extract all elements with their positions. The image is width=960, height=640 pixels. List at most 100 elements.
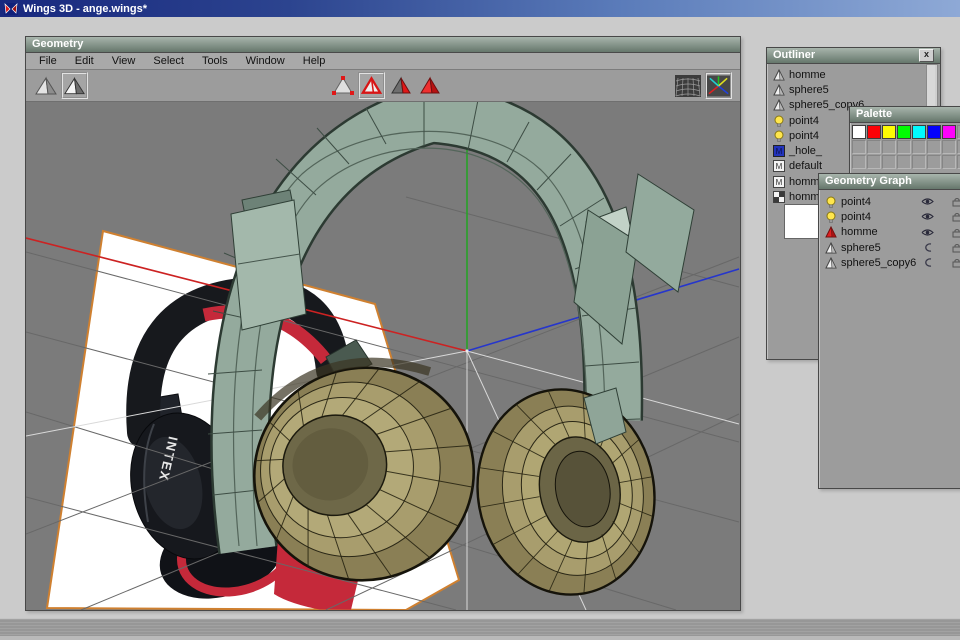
- palette-swatch[interactable]: [867, 125, 881, 139]
- palette-swatch-empty[interactable]: [852, 140, 866, 154]
- info-bar: [0, 618, 960, 637]
- palette-swatch[interactable]: [852, 125, 866, 139]
- geometry-graph-title: Geometry Graph: [825, 174, 912, 189]
- palette-swatch-empty[interactable]: [867, 140, 881, 154]
- menu-help[interactable]: Help: [301, 55, 328, 67]
- lock-icon[interactable]: [952, 228, 960, 241]
- outliner-titlebar[interactable]: Outliner x: [767, 48, 940, 64]
- pyramid-icon: [773, 99, 785, 111]
- vertex-mode-button[interactable]: [329, 72, 356, 99]
- outliner-title: Outliner: [773, 48, 815, 63]
- lock-icon[interactable]: [952, 243, 960, 256]
- material-icon: M: [773, 160, 785, 172]
- close-icon[interactable]: x: [919, 49, 934, 62]
- outliner-item-sphere5[interactable]: sphere5: [767, 82, 926, 97]
- outliner-item-homme[interactable]: homme: [767, 67, 926, 82]
- face-mode-icon: [389, 76, 413, 96]
- palette-swatch[interactable]: [942, 125, 956, 139]
- menu-edit[interactable]: Edit: [73, 55, 96, 67]
- smooth-pyramid-icon: [34, 76, 58, 96]
- palette-swatch-empty[interactable]: [927, 155, 941, 169]
- palette-swatch-empty[interactable]: [852, 155, 866, 169]
- graph-item-point4[interactable]: point4: [819, 194, 960, 209]
- graph-item-homme[interactable]: homme: [819, 225, 960, 240]
- menu-file[interactable]: File: [37, 55, 59, 67]
- app-titlebar[interactable]: Wings 3D - ange.wings*: [0, 0, 960, 17]
- palette-swatch[interactable]: [882, 125, 896, 139]
- lock-icon[interactable]: [952, 197, 960, 210]
- vertex-mode-icon: [331, 76, 355, 96]
- light-icon: [773, 115, 785, 127]
- selected-pyramid-icon: [825, 226, 837, 238]
- pyramid-icon: [773, 69, 785, 81]
- palette-swatch-empty[interactable]: [912, 155, 926, 169]
- palette-swatch-empty[interactable]: [942, 140, 956, 154]
- palette-swatch-empty[interactable]: [897, 140, 911, 154]
- wireframe-icon: [675, 75, 701, 97]
- geometry-window-title: Geometry: [32, 37, 83, 52]
- palette-grid: [850, 123, 960, 169]
- palette-swatch-empty[interactable]: [927, 140, 941, 154]
- graph-item-sphere5[interactable]: sphere5: [819, 240, 960, 255]
- visibility-eye-icon[interactable]: [921, 212, 934, 224]
- graph-item-sphere5-copy6[interactable]: sphere5_copy6: [819, 255, 960, 270]
- body-mode-icon: [418, 76, 442, 96]
- menu-window[interactable]: Window: [244, 55, 287, 67]
- palette-titlebar[interactable]: Palette: [850, 107, 960, 123]
- axes-icon: [707, 75, 730, 97]
- bottom-strip: [0, 636, 960, 640]
- palette-swatch-empty[interactable]: [867, 155, 881, 169]
- app-icon: [4, 3, 18, 15]
- wireframe-toggle-button[interactable]: [674, 72, 701, 99]
- svg-text:M: M: [776, 147, 783, 156]
- lock-icon[interactable]: [952, 258, 960, 271]
- material-icon: M: [773, 145, 785, 157]
- axes-toggle-button[interactable]: [705, 72, 732, 99]
- palette-swatch-empty[interactable]: [882, 140, 896, 154]
- palette-swatch-empty[interactable]: [912, 140, 926, 154]
- menu-view[interactable]: View: [110, 55, 138, 67]
- geometry-window-titlebar[interactable]: Geometry: [26, 37, 740, 53]
- visibility-eye-icon[interactable]: [921, 228, 934, 240]
- flat-shading-button[interactable]: [61, 72, 88, 99]
- image-icon: [773, 191, 785, 203]
- palette-swatch-empty[interactable]: [942, 155, 956, 169]
- edge-mode-button[interactable]: [358, 72, 385, 99]
- app-title: Wings 3D - ange.wings*: [23, 3, 147, 15]
- geometry-window: Geometry File Edit View Select Tools Win…: [25, 36, 741, 611]
- material-icon: M: [773, 176, 785, 188]
- palette-title: Palette: [856, 107, 892, 122]
- palette-swatch-empty[interactable]: [882, 155, 896, 169]
- flat-pyramid-icon: [63, 76, 86, 96]
- edge-mode-icon: [360, 76, 383, 96]
- pyramid-icon: [773, 84, 785, 96]
- visibility-eye-icon[interactable]: [921, 197, 934, 209]
- graph-item-point4-2[interactable]: point4: [819, 209, 960, 224]
- geometry-graph-list: point4 point4 homme sphere5: [819, 194, 960, 270]
- light-icon: [773, 130, 785, 142]
- toolbar: [26, 70, 740, 102]
- palette-swatch[interactable]: [897, 125, 911, 139]
- visibility-closed-eye-icon[interactable]: [921, 243, 934, 255]
- viewport-scene: INTEX: [26, 102, 740, 610]
- desktop: { "app": { "title": "Wings 3D - ange.win…: [0, 0, 960, 640]
- menubar: File Edit View Select Tools Window Help: [26, 53, 740, 70]
- lock-icon[interactable]: [952, 212, 960, 225]
- palette-swatch[interactable]: [927, 125, 941, 139]
- origin-point: [465, 349, 468, 352]
- texture-thumbnail[interactable]: [784, 204, 819, 239]
- palette-swatch[interactable]: [912, 125, 926, 139]
- viewport[interactable]: INTEX: [26, 102, 740, 610]
- menu-tools[interactable]: Tools: [200, 55, 230, 67]
- geometry-graph-window: Geometry Graph point4 point4 homme: [818, 173, 960, 489]
- palette-swatch-empty[interactable]: [897, 155, 911, 169]
- body-mode-button[interactable]: [416, 72, 443, 99]
- geometry-graph-titlebar[interactable]: Geometry Graph: [819, 174, 960, 190]
- svg-text:M: M: [776, 162, 783, 171]
- face-mode-button[interactable]: [387, 72, 414, 99]
- menu-select[interactable]: Select: [151, 55, 186, 67]
- visibility-closed-eye-icon[interactable]: [921, 258, 934, 270]
- light-icon: [825, 196, 837, 208]
- smooth-preview-button[interactable]: [32, 72, 59, 99]
- pyramid-icon: [825, 257, 837, 269]
